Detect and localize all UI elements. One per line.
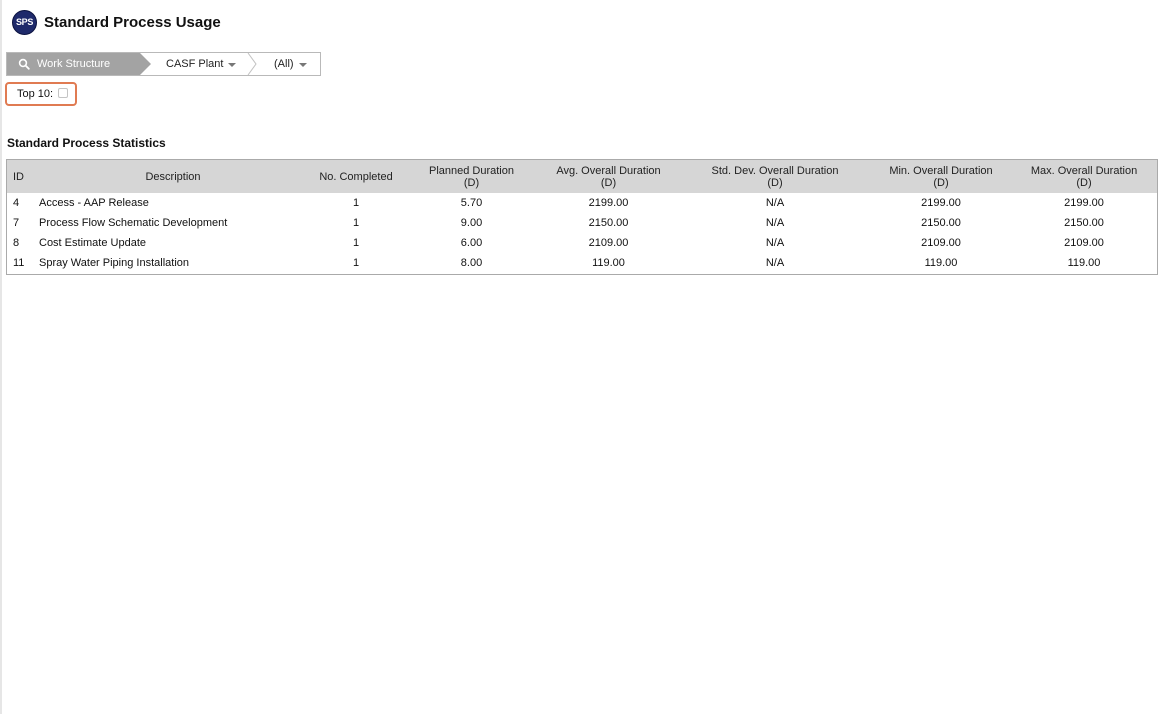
left-border xyxy=(0,0,2,714)
table-row[interactable]: 7 Process Flow Schematic Development 1 9… xyxy=(7,213,1157,233)
cell-id: 7 xyxy=(13,217,20,229)
breadcrumb-work-structure[interactable]: Work Structure xyxy=(7,53,151,75)
col-header-planned-line2: (D) xyxy=(463,176,480,189)
cell-completed: 1 xyxy=(352,257,360,269)
col-header-description: Description xyxy=(145,170,201,183)
cell-description: Spray Water Piping Installation xyxy=(39,257,189,269)
sps-logo: SPS xyxy=(12,9,37,35)
table-row[interactable]: 11 Spray Water Piping Installation 1 8.0… xyxy=(7,253,1157,273)
top10-checkbox[interactable] xyxy=(58,88,69,98)
logo-text: SPS xyxy=(15,17,34,27)
search-icon xyxy=(18,57,32,71)
col-header-max-line2: (D) xyxy=(1076,176,1092,189)
chevron-down-icon xyxy=(298,62,307,67)
breadcrumb: Work Structure CASF Plant (All) xyxy=(6,52,321,76)
page-header: SPS Standard Process Usage xyxy=(12,9,221,35)
top10-filter: Top 10: xyxy=(5,82,77,106)
col-header-stddev-line2: (D) xyxy=(767,176,783,189)
breadcrumb-item-plant[interactable]: CASF Plant xyxy=(166,53,237,75)
cell-stddev: N/A xyxy=(765,197,785,209)
col-header-id: ID xyxy=(13,170,24,183)
cell-avg: 2199.00 xyxy=(588,197,629,209)
cell-completed: 1 xyxy=(352,237,360,249)
cell-stddev: N/A xyxy=(765,237,785,249)
col-header-planned: Planned Duration (D) xyxy=(405,160,538,193)
col-header-avg-line2: (D) xyxy=(600,176,617,189)
col-header-max: Max. Overall Duration (D) xyxy=(1011,160,1157,193)
col-header-completed: No. Completed xyxy=(319,170,393,183)
col-header-stddev: Std. Dev. Overall Duration (D) xyxy=(679,160,871,193)
cell-completed: 1 xyxy=(352,197,360,209)
breadcrumb-plant-label: CASF Plant xyxy=(166,58,224,70)
table-row[interactable]: 4 Access - AAP Release 1 5.70 2199.00 N/… xyxy=(7,193,1157,213)
cell-planned: 5.70 xyxy=(460,197,483,209)
cell-avg: 2109.00 xyxy=(588,237,629,249)
cell-id: 11 xyxy=(13,257,25,269)
col-header-min: Min. Overall Duration (D) xyxy=(871,160,1011,193)
cell-max: 2199.00 xyxy=(1064,197,1104,209)
col-header-avg-line1: Avg. Overall Duration xyxy=(556,164,661,177)
col-header-min-line2: (D) xyxy=(933,176,949,189)
cell-min: 119.00 xyxy=(924,257,958,269)
col-header-stddev-line1: Std. Dev. Overall Duration xyxy=(711,164,839,177)
cell-avg: 2150.00 xyxy=(588,217,629,229)
page-title: Standard Process Usage xyxy=(44,13,221,31)
section-title: Standard Process Statistics xyxy=(7,136,166,150)
cell-completed: 1 xyxy=(352,217,360,229)
cell-planned: 9.00 xyxy=(460,217,483,229)
cell-min: 2199.00 xyxy=(921,197,961,209)
cell-avg: 119.00 xyxy=(592,257,625,269)
breadcrumb-item-all[interactable]: (All) xyxy=(274,53,307,75)
statistics-table: ID Description No. Completed Planned Dur… xyxy=(6,159,1158,275)
cell-stddev: N/A xyxy=(765,217,785,229)
cell-id: 4 xyxy=(13,197,20,209)
chevron-down-icon xyxy=(228,62,237,67)
cell-planned: 6.00 xyxy=(460,237,483,249)
cell-planned: 8.00 xyxy=(460,257,483,269)
cell-description: Cost Estimate Update xyxy=(39,237,146,249)
table-header-row: ID Description No. Completed Planned Dur… xyxy=(7,160,1157,193)
cell-max: 119.00 xyxy=(1067,257,1101,269)
cell-stddev: N/A xyxy=(765,257,785,269)
cell-min: 2150.00 xyxy=(921,217,961,229)
table-row[interactable]: 8 Cost Estimate Update 1 6.00 2109.00 N/… xyxy=(7,233,1157,253)
col-header-avg: Avg. Overall Duration (D) xyxy=(538,160,679,193)
col-header-min-line1: Min. Overall Duration xyxy=(889,164,993,177)
col-header-planned-line1: Planned Duration xyxy=(428,164,514,177)
col-header-max-line1: Max. Overall Duration xyxy=(1030,164,1138,177)
cell-max: 2109.00 xyxy=(1064,237,1104,249)
cell-max: 2150.00 xyxy=(1064,217,1104,229)
cell-description: Process Flow Schematic Development xyxy=(39,217,228,229)
breadcrumb-separator-icon xyxy=(247,53,257,75)
cell-min: 2109.00 xyxy=(921,237,961,249)
breadcrumb-all-label: (All) xyxy=(274,58,294,70)
breadcrumb-root-label: Work Structure xyxy=(37,58,111,70)
cell-id: 8 xyxy=(13,237,20,249)
cell-description: Access - AAP Release xyxy=(39,197,149,209)
top10-label: Top 10: xyxy=(17,88,54,100)
